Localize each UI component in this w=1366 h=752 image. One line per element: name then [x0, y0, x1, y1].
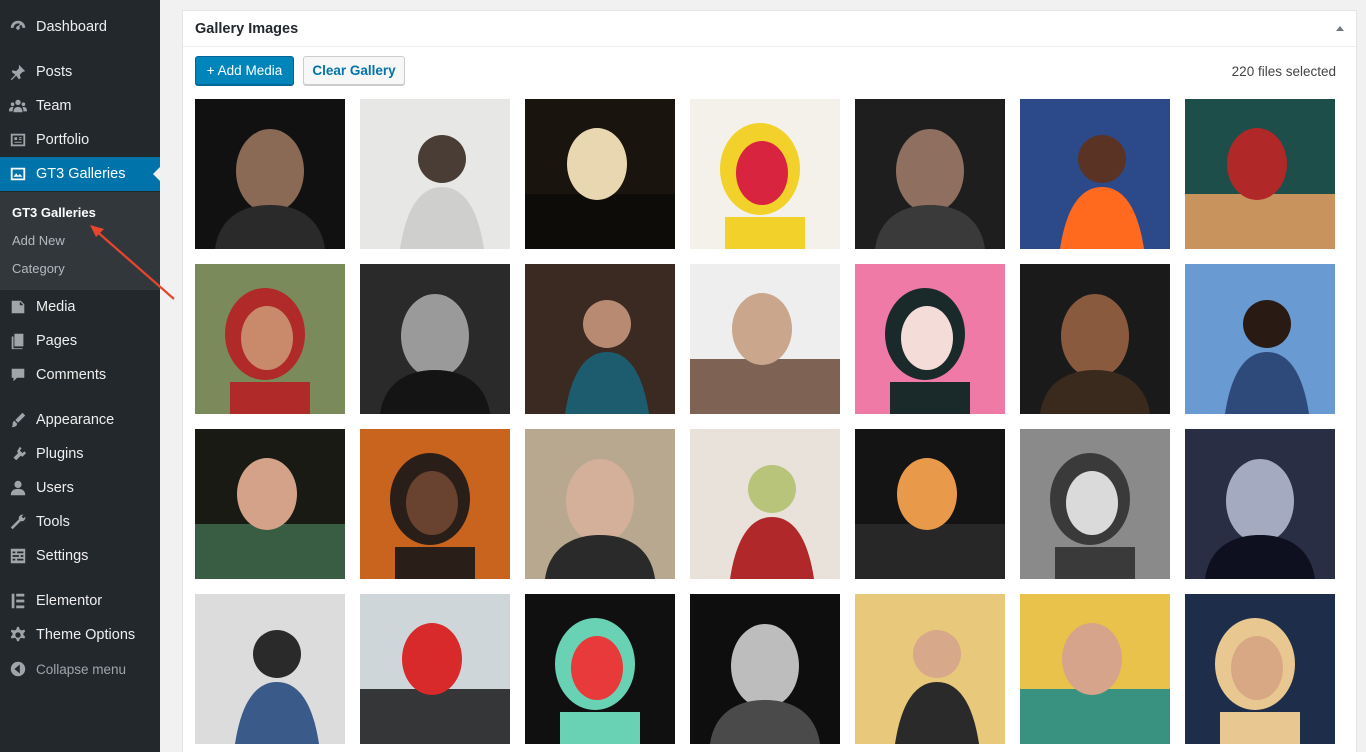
groups-icon [0, 97, 36, 115]
admin-sidebar: Dashboard Posts Team Portfolio GT3 Galleries… [0, 0, 160, 752]
sidebar-item-appearance[interactable]: Appearance [0, 403, 160, 437]
sidebar-item-comments[interactable]: Comments [0, 358, 160, 392]
sidebar-item-label: Users [36, 480, 74, 496]
gallery-thumbnail-neon-light-tubes[interactable] [525, 594, 675, 744]
sidebar-item-label: Tools [36, 514, 70, 530]
dashboard-icon [0, 18, 36, 36]
gallery-thumbnail-woman-vintage-beetle[interactable] [690, 429, 840, 579]
gallery-thumbnail-shadow-stripes-profile[interactable] [855, 429, 1005, 579]
gallery-thumbnail-woman-orange-interior[interactable] [360, 429, 510, 579]
sidebar-item-posts[interactable]: Posts [0, 55, 160, 89]
postbox-title: Gallery Images [195, 21, 299, 37]
gallery-thumbnail-woman-near-wall-light[interactable] [360, 99, 510, 249]
sidebar-item-label: Appearance [36, 412, 115, 428]
gear-icon [0, 626, 36, 644]
portfolio-icon [0, 131, 36, 149]
gallery-thumbnail-curly-blonde-woman[interactable] [1185, 594, 1335, 744]
clear-gallery-button[interactable]: Clear Gallery [303, 56, 405, 85]
sidebar-item-label: Portfolio [36, 132, 90, 148]
sidebar-item-dashboard[interactable]: Dashboard [0, 10, 160, 44]
user-icon [0, 479, 36, 497]
gallery-thumbnail-blonde-woman-yellow[interactable] [855, 594, 1005, 744]
sidebar-item-label: GT3 Galleries [36, 166, 126, 182]
gallery-thumbnail-tattooed-hands-rings[interactable] [855, 99, 1005, 249]
gallery-thumbnail-woman-eyes-scarf[interactable] [525, 264, 675, 414]
pin-icon [0, 63, 36, 81]
gallery-thumbnail-couple-silhouette-sunset[interactable] [525, 99, 675, 249]
sidebar-item-label: Media [36, 299, 76, 315]
sidebar-item-label: Comments [36, 367, 107, 383]
sidebar-item-media[interactable]: Media [0, 290, 160, 324]
gallery-thumbnail-woman-mirror-pose[interactable] [690, 264, 840, 414]
gallery-thumbnail-old-woman-sombrero[interactable] [690, 99, 840, 249]
gallery-thumbnail-woman-neon-red-top[interactable] [1185, 99, 1335, 249]
elementor-icon [0, 592, 36, 610]
sidebar-item-portfolio[interactable]: Portfolio [0, 123, 160, 157]
sidebar-item-theme-options[interactable]: Theme Options [0, 618, 160, 652]
brush-icon [0, 411, 36, 429]
submenu-item-gt3-galleries[interactable]: GT3 Galleries [12, 205, 96, 220]
gallery-thumbnail-bw-old-man-beard[interactable] [1020, 429, 1170, 579]
settings-icon [0, 547, 36, 565]
sidebar-item-team[interactable]: Team [0, 89, 160, 123]
sidebar-item-label: Team [36, 98, 72, 114]
collapse-menu-button[interactable]: Collapse menu [0, 652, 160, 686]
wrench-icon [0, 513, 36, 531]
comment-icon [0, 366, 36, 384]
plugin-icon [0, 445, 36, 463]
sidebar-item-label: Dashboard [36, 19, 107, 35]
gt3-galleries-submenu: GT3 Galleries Add New Category [0, 192, 160, 290]
collapse-toggle-icon[interactable] [1334, 23, 1346, 35]
postbox-header: Gallery Images [183, 11, 1356, 47]
gallery-thumbnail-upside-down-headphones-pink[interactable] [855, 264, 1005, 414]
gallery-thumbnail-woman-heart-glasses-yellow[interactable] [1020, 594, 1170, 744]
sidebar-item-label: Plugins [36, 446, 84, 462]
sidebar-item-label: Collapse menu [36, 661, 127, 677]
sidebar-item-pages[interactable]: Pages [0, 324, 160, 358]
gallery-icon [0, 165, 36, 183]
sidebar-item-label: Theme Options [36, 627, 136, 643]
submenu-item-category[interactable]: Category [12, 261, 65, 276]
sidebar-item-plugins[interactable]: Plugins [0, 437, 160, 471]
submenu-item-add-new[interactable]: Add New [12, 233, 65, 248]
sidebar-item-label: Pages [36, 333, 78, 349]
pages-icon [0, 332, 36, 350]
sidebar-item-label: Settings [36, 548, 89, 564]
gallery-thumbnail-woman-glasses-red-top[interactable] [195, 264, 345, 414]
sidebar-item-elementor[interactable]: Elementor [0, 584, 160, 618]
sidebar-item-label: Posts [36, 64, 73, 80]
add-media-button[interactable]: + Add Media [195, 56, 294, 85]
gallery-thumbnail-woman-leaf-smile[interactable] [195, 429, 345, 579]
gallery-thumbnail-curly-hair-woman-dark[interactable] [1020, 264, 1170, 414]
sidebar-item-users[interactable]: Users [0, 471, 160, 505]
gallery-thumbnail-bw-two-women-faces[interactable] [690, 594, 840, 744]
gallery-images-postbox: Gallery Images + Add Media Clear Gallery… [182, 10, 1357, 752]
sidebar-item-tools[interactable]: Tools [0, 505, 160, 539]
sidebar-item-gt3-galleries[interactable]: GT3 Galleries [0, 157, 160, 191]
gallery-thumbnail-man-denim-sky[interactable] [1185, 264, 1335, 414]
files-selected-count: 220 files selected [1231, 64, 1336, 79]
sidebar-item-settings[interactable]: Settings [0, 539, 160, 573]
sidebar-item-label: Elementor [36, 593, 103, 609]
gallery-thumbnail-woman-jumping-wall[interactable] [195, 594, 345, 744]
gallery-thumbnail-woman-bob-red-blouse[interactable] [360, 594, 510, 744]
collapse-icon [0, 660, 36, 678]
gallery-thumbnail-man-neon-sunglasses[interactable] [1020, 99, 1170, 249]
gallery-thumbnail-couple-window-silhouette[interactable] [1185, 429, 1335, 579]
media-icon [0, 298, 36, 316]
gallery-thumbnail-portrait-bearded-man-smiling[interactable] [195, 99, 345, 249]
gallery-thumbnail-woman-sunglasses-chair[interactable] [525, 429, 675, 579]
gallery-thumbnail-bw-man-long-hair[interactable] [360, 264, 510, 414]
